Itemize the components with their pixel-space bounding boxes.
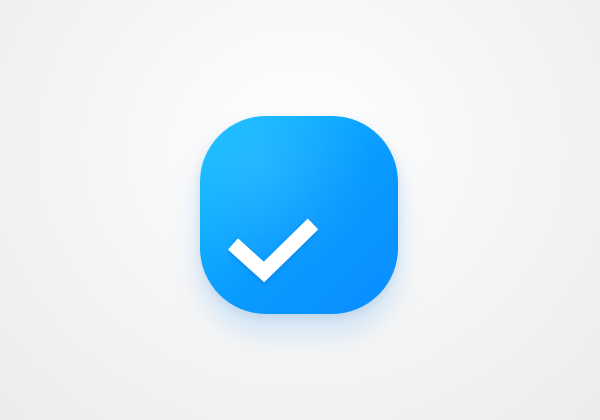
app-icon-tile[interactable]	[200, 116, 398, 314]
checkmark-icon	[227, 218, 319, 283]
